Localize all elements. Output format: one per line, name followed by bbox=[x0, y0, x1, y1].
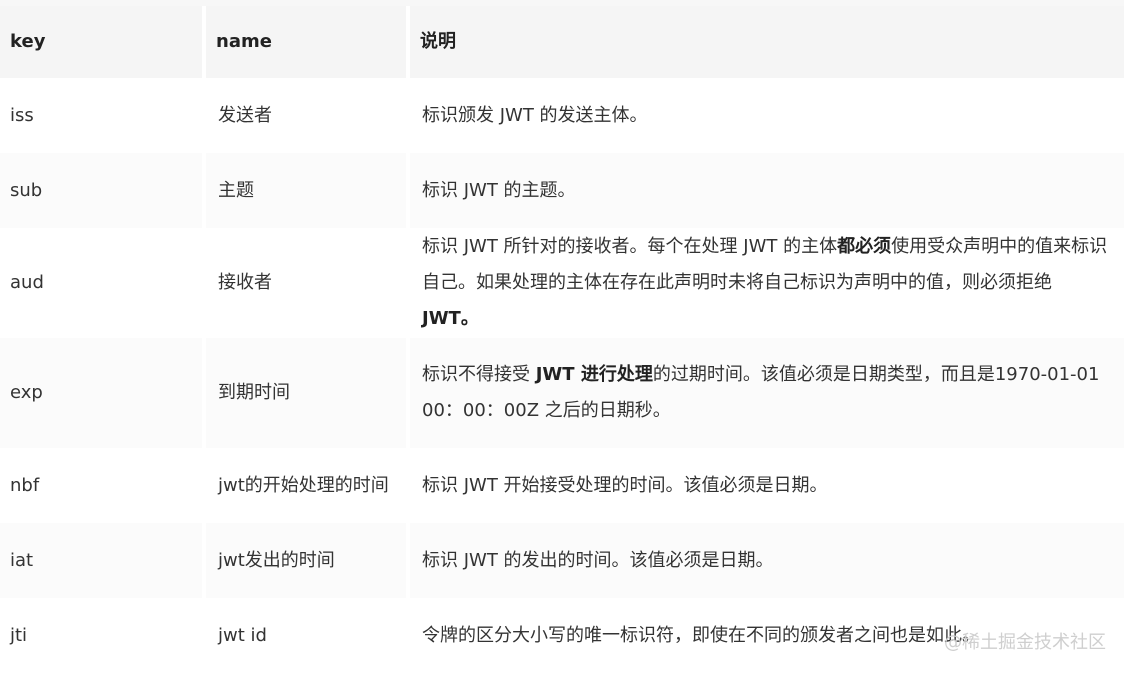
description-text: 标识 JWT 的发出的时间。该值必须是日期。 bbox=[422, 549, 774, 571]
description-text: 标识不得接受 JWT 进行处理的过期时间。该值必须是日期类型，而且是1970-0… bbox=[422, 357, 1110, 429]
cell-description: 标识 JWT 开始接受处理的时间。该值必须是日期。 bbox=[406, 448, 1124, 523]
table-row: exp 到期时间 标识不得接受 JWT 进行处理的过期时间。该值必须是日期类型，… bbox=[0, 338, 1124, 448]
table-header-row: key name 说明 bbox=[0, 6, 1124, 78]
cell-key: iat bbox=[0, 523, 202, 598]
header-key: key bbox=[0, 6, 202, 78]
table-row: iss 发送者 标识颁发 JWT 的发送主体。 bbox=[0, 78, 1124, 153]
description-text: 标识 JWT 开始接受处理的时间。该值必须是日期。 bbox=[422, 474, 828, 496]
cell-description: 标识 JWT 的主题。 bbox=[406, 153, 1124, 228]
cell-key: iss bbox=[0, 78, 202, 153]
cell-description: 标识不得接受 JWT 进行处理的过期时间。该值必须是日期类型，而且是1970-0… bbox=[406, 338, 1124, 448]
cell-key: aud bbox=[0, 228, 202, 338]
cell-name: 主题 bbox=[202, 153, 406, 228]
cell-description: 标识颁发 JWT 的发送主体。 bbox=[406, 78, 1124, 153]
header-name: name bbox=[202, 6, 406, 78]
cell-name: 到期时间 bbox=[202, 338, 406, 448]
table-row: iat jwt发出的时间 标识 JWT 的发出的时间。该值必须是日期。 bbox=[0, 523, 1124, 598]
cell-name: 发送者 bbox=[202, 78, 406, 153]
description-emphasis: JWT 进行处理 bbox=[535, 364, 653, 385]
jwt-claims-table: key name 说明 iss 发送者 标识颁发 JWT 的发送主体。 sub … bbox=[0, 6, 1124, 673]
description-text: 标识 JWT 的主题。 bbox=[422, 179, 576, 201]
cell-name: jwt id bbox=[202, 598, 406, 673]
table-row: aud 接收者 标识 JWT 所针对的接收者。每个在处理 JWT 的主体都必须使… bbox=[0, 228, 1124, 338]
cell-key: jti bbox=[0, 598, 202, 673]
cell-key: exp bbox=[0, 338, 202, 448]
table-row: sub 主题 标识 JWT 的主题。 bbox=[0, 153, 1124, 228]
description-emphasis: JWT。 bbox=[422, 308, 479, 329]
jwt-claims-page: key name 说明 iss 发送者 标识颁发 JWT 的发送主体。 sub … bbox=[0, 0, 1124, 673]
cell-description: 标识 JWT 的发出的时间。该值必须是日期。 bbox=[406, 523, 1124, 598]
cell-description: 标识 JWT 所针对的接收者。每个在处理 JWT 的主体都必须使用受众声明中的值… bbox=[406, 228, 1124, 338]
description-part: 标识不得接受 bbox=[422, 364, 536, 385]
table-row: nbf jwt的开始处理的时间 标识 JWT 开始接受处理的时间。该值必须是日期… bbox=[0, 448, 1124, 523]
cell-name: 接收者 bbox=[202, 228, 406, 338]
description-part: 标识 JWT 所针对的接收者。每个在处理 JWT 的主体 bbox=[422, 236, 838, 257]
cell-name: jwt发出的时间 bbox=[202, 523, 406, 598]
cell-key: sub bbox=[0, 153, 202, 228]
description-text: 标识颁发 JWT 的发送主体。 bbox=[422, 104, 648, 126]
cell-key: nbf bbox=[0, 448, 202, 523]
description-text: 标识 JWT 所针对的接收者。每个在处理 JWT 的主体都必须使用受众声明中的值… bbox=[422, 229, 1110, 337]
watermark: @稀土掘金技术社区 bbox=[944, 632, 1106, 653]
header-description: 说明 bbox=[406, 6, 1124, 78]
description-emphasis: 都必须 bbox=[837, 236, 892, 257]
cell-name: jwt的开始处理的时间 bbox=[202, 448, 406, 523]
